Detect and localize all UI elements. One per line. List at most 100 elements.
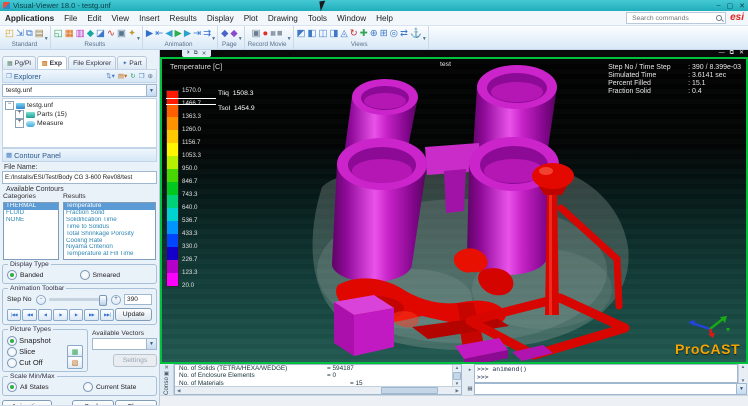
record-icon[interactable]: ● — [263, 27, 269, 41]
prev-page-icon[interactable]: ◆ — [221, 27, 228, 41]
hscrollbar-thumb[interactable] — [381, 387, 438, 394]
message-hscrollbar[interactable]: ◀ ▶ — [175, 386, 461, 394]
tab-exp[interactable]: ▨Exp — [37, 56, 67, 69]
prev-frame-icon[interactable]: ◀ — [165, 27, 172, 41]
first-frame-button[interactable]: |◀◀ — [7, 309, 21, 321]
prev-frame-button[interactable]: ◀ — [38, 309, 52, 321]
tab-file-explorer[interactable]: File Explorer — [68, 56, 116, 69]
last-frame-icon[interactable]: ⇥ — [193, 27, 201, 41]
search-box[interactable] — [626, 12, 726, 24]
search-input[interactable] — [630, 14, 716, 23]
menu-tools[interactable]: Tools — [303, 14, 332, 23]
collapse-icon[interactable]: − — [5, 101, 14, 110]
menu-drawing[interactable]: Drawing — [263, 14, 303, 23]
axes-icon[interactable]: ✚ — [360, 27, 368, 41]
open-folder-icon[interactable]: ◰ — [5, 27, 14, 41]
step-slider-thumb[interactable] — [99, 295, 107, 306]
menu-help[interactable]: Help — [371, 14, 398, 23]
copy-icon[interactable]: ⧉ — [26, 27, 33, 41]
panel-float-icon[interactable]: ⏵ — [187, 50, 190, 57]
close-icon[interactable]: ✕ — [739, 2, 745, 10]
viewport-3d[interactable]: Temperature [C] test 1570.01466.71363.31… — [160, 57, 748, 364]
chevron-down-icon[interactable]: ▼ — [422, 36, 427, 42]
result-niyama-criterion[interactable]: Niyama Criterion — [64, 244, 155, 251]
message-vscrollbar[interactable]: ▲ ▼ — [452, 365, 461, 386]
viewport-restore-icon[interactable]: ⧉ — [730, 50, 734, 57]
console-tab[interactable]: ✕ ▣ Console — [160, 364, 174, 395]
scroll-up-icon[interactable]: ▲ — [455, 365, 459, 370]
python-input[interactable]: ▼ — [474, 383, 747, 395]
category-none[interactable]: NONE — [4, 217, 58, 224]
slice-radio[interactable] — [7, 347, 17, 357]
tree-node-measure[interactable]: +Measure — [15, 119, 154, 128]
snapshot-radio[interactable] — [7, 336, 17, 346]
stop-icon[interactable]: ■ — [277, 27, 283, 41]
viewport-close-icon[interactable]: ✕ — [739, 50, 744, 57]
wizard-icon[interactable]: ✦ — [128, 27, 136, 41]
current-state-radio[interactable] — [83, 382, 93, 392]
model-combo[interactable]: testg.unf ▼ — [2, 84, 157, 97]
fit-view-icon[interactable]: ⊞ — [380, 27, 388, 41]
next-frame-button[interactable]: ▶ — [69, 309, 83, 321]
sort-icon[interactable]: ⇅▾ — [106, 72, 115, 80]
settings-button[interactable]: Settings — [113, 354, 157, 367]
play-frame-button[interactable]: ▶ — [53, 309, 67, 321]
spectrum-icon[interactable]: ▥ — [76, 27, 85, 41]
expand-icon[interactable]: + — [15, 119, 24, 128]
chevron-down-icon[interactable]: ▼ — [146, 339, 156, 349]
xy-plot-icon[interactable]: ∿ — [107, 27, 115, 41]
tree-node-testg-unf[interactable]: −testg.unf — [5, 101, 154, 110]
menu-window[interactable]: Window — [332, 14, 371, 23]
menu-plot[interactable]: Plot — [239, 14, 263, 23]
result-cooling-rate[interactable]: Cooling Rate — [64, 238, 155, 245]
paste-icon[interactable]: ▤ — [35, 27, 44, 41]
menu-edit[interactable]: Edit — [82, 14, 106, 23]
vectors-combo[interactable]: ▼ — [92, 338, 157, 350]
chevron-down-icon[interactable]: ▼ — [136, 36, 141, 42]
all-states-radio[interactable] — [7, 382, 17, 392]
prev-group-frame-button[interactable]: ◀◀ — [22, 309, 36, 321]
zoom-box-icon[interactable]: ◎ — [390, 27, 398, 41]
scroll-right-icon[interactable]: ▶ — [454, 388, 461, 394]
export-animation-icon[interactable]: ⇉ — [203, 27, 211, 41]
file-name-field[interactable]: E:/Installs/ESI/Test/Body CG 3-600 Rev08… — [2, 171, 157, 184]
right-view-icon[interactable]: ◨ — [330, 27, 339, 41]
add-icon[interactable]: ⊕ — [148, 72, 153, 80]
chevron-down-icon[interactable]: ▼ — [736, 384, 746, 394]
maximize-icon[interactable]: ▢ — [727, 2, 734, 10]
step-slider[interactable] — [49, 298, 108, 301]
rotate-icon[interactable]: ↻ — [350, 27, 358, 41]
menu-file[interactable]: File — [59, 14, 82, 23]
step-value-field[interactable]: 390 — [124, 294, 152, 305]
banded-radio[interactable] — [7, 270, 17, 280]
new-window-icon[interactable]: ❐ — [139, 72, 145, 80]
pause-icon[interactable]: ▮▮ — [270, 27, 275, 41]
result-fraction-solid[interactable]: Fraction Solid — [64, 210, 155, 217]
smeared-radio[interactable] — [80, 270, 90, 280]
list-view-icon[interactable]: ▤▾ — [118, 72, 127, 80]
step-minus-icon[interactable]: − — [36, 295, 46, 305]
chevron-down-icon[interactable]: ▼ — [211, 36, 216, 42]
next-group-frame-button[interactable]: ▶▶ — [84, 309, 98, 321]
cutoff-radio[interactable] — [7, 358, 17, 368]
import-icon[interactable]: ⇲ — [16, 27, 24, 41]
refresh-icon[interactable]: ↻ — [130, 72, 135, 80]
scroll-up-icon[interactable]: ▲ — [741, 364, 745, 369]
chevron-down-icon[interactable]: ▼ — [238, 36, 243, 42]
iso-view-icon[interactable]: ◩ — [297, 27, 306, 41]
next-frame-icon[interactable]: ▶ — [184, 27, 191, 41]
cutoff-settings-button[interactable]: ▧ — [67, 356, 83, 369]
tab-part[interactable]: ✦Part — [117, 56, 147, 69]
result-time-to-solidus[interactable]: Time to Solidus — [64, 224, 155, 231]
panel-close-icon[interactable]: ✕ — [202, 51, 207, 57]
step-plus-icon[interactable]: + — [111, 295, 121, 305]
last-frame-button[interactable]: ▶▶| — [100, 309, 114, 321]
panel-restore-icon[interactable]: ⧉ — [194, 50, 198, 57]
menu-view[interactable]: View — [106, 14, 134, 23]
pan-icon[interactable]: ⇄ — [400, 27, 408, 41]
menu-display[interactable]: Display — [202, 14, 239, 23]
open-results-icon[interactable]: ◱ — [54, 27, 63, 41]
chevron-down-icon[interactable]: ▼ — [287, 36, 292, 42]
result-total-shrinkage-porosity[interactable]: Total Shrinkage Porosity — [64, 231, 155, 238]
chevron-down-icon[interactable]: ▼ — [44, 36, 49, 42]
